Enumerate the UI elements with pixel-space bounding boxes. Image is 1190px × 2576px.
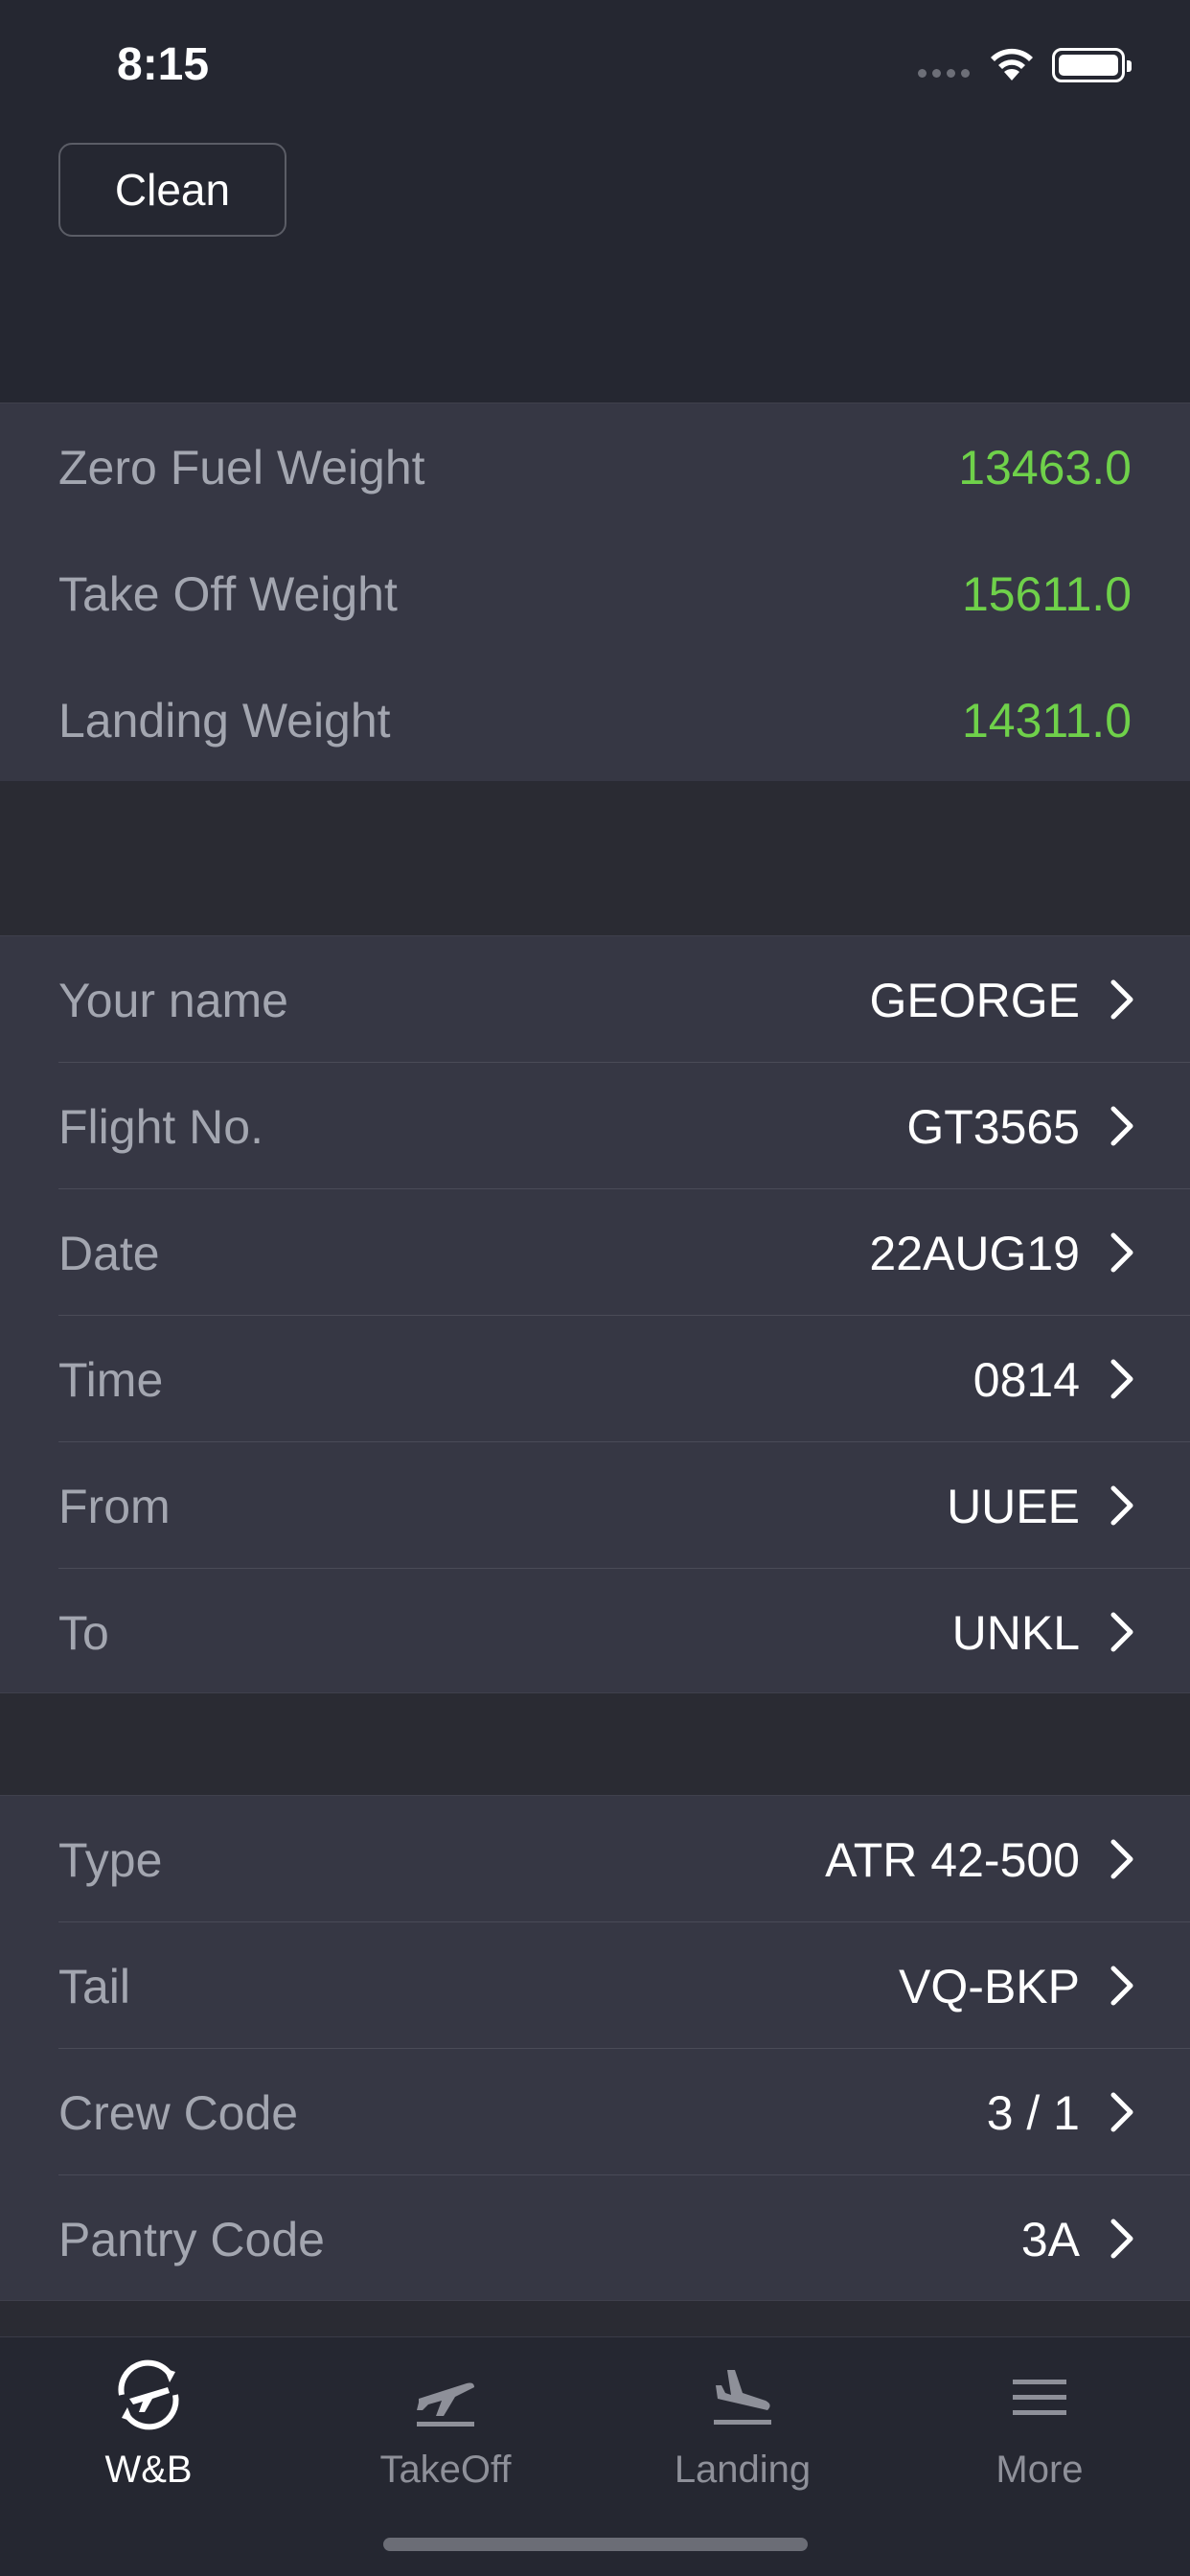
flight-no-value: GT3565 xyxy=(906,1100,1080,1154)
tab-more-label: More xyxy=(995,2449,1084,2491)
your-name-label: Your name xyxy=(58,974,288,1027)
takeoff-icon xyxy=(417,2382,474,2426)
pantry-code-value: 3A xyxy=(1020,2213,1080,2266)
chevron-right-icon xyxy=(1110,1612,1133,1652)
date-row[interactable]: Date 22AUG19 xyxy=(0,1189,1190,1316)
from-row[interactable]: From UUEE xyxy=(0,1442,1190,1569)
home-indicator[interactable] xyxy=(383,2538,808,2551)
menu-icon xyxy=(1013,2380,1066,2415)
take-off-weight-value: 15611.0 xyxy=(961,567,1132,621)
landing-icon xyxy=(714,2370,771,2425)
flight-info-section: Your name GEORGE Flight No. GT3565 Date … xyxy=(0,935,1190,1693)
time-label: Time xyxy=(58,1353,164,1407)
chevron-right-icon xyxy=(1110,979,1133,1020)
crew-code-value: 3 / 1 xyxy=(986,2086,1080,2140)
tab-takeoff[interactable]: TakeOff xyxy=(297,2337,594,2510)
landing-weight-value: 14311.0 xyxy=(961,694,1132,748)
tab-more[interactable]: More xyxy=(891,2337,1188,2510)
battery-icon xyxy=(1052,48,1132,82)
type-value: ATR 42-500 xyxy=(825,1833,1080,1887)
chevron-right-icon xyxy=(1110,1359,1133,1399)
landing-weight-label: Landing Weight xyxy=(58,694,391,748)
crew-code-row[interactable]: Crew Code 3 / 1 xyxy=(0,2049,1190,2175)
pantry-code-row[interactable]: Pantry Code 3A xyxy=(0,2175,1190,2302)
chevron-right-icon xyxy=(1110,2219,1133,2259)
status-time: 8:15 xyxy=(117,39,210,90)
chevron-right-icon xyxy=(1110,1106,1133,1146)
header: 8:15 Clean xyxy=(0,0,1190,402)
weights-section: Zero Fuel Weight 13463.0 Take Off Weight… xyxy=(0,402,1190,781)
take-off-weight-label: Take Off Weight xyxy=(58,567,398,621)
zero-fuel-weight-row: Zero Fuel Weight 13463.0 xyxy=(0,403,1190,530)
crew-code-label: Crew Code xyxy=(58,2086,299,2140)
tab-wb-label: W&B xyxy=(104,2449,193,2491)
chevron-right-icon xyxy=(1110,1966,1133,2006)
pantry-code-label: Pantry Code xyxy=(58,2213,325,2266)
tail-value: VQ-BKP xyxy=(899,1960,1080,2013)
from-label: From xyxy=(58,1480,171,1533)
time-row[interactable]: Time 0814 xyxy=(0,1316,1190,1442)
your-name-value: GEORGE xyxy=(869,974,1080,1027)
date-value: 22AUG19 xyxy=(869,1227,1080,1280)
to-value: UNKL xyxy=(951,1606,1080,1660)
flight-no-label: Flight No. xyxy=(58,1100,263,1154)
chevron-right-icon xyxy=(1110,1839,1133,1879)
weight-balance-icon xyxy=(118,2359,179,2430)
landing-weight-row: Landing Weight 14311.0 xyxy=(0,656,1190,783)
from-value: UUEE xyxy=(947,1480,1080,1533)
tab-wb[interactable]: W&B xyxy=(0,2337,297,2510)
type-row[interactable]: Type ATR 42-500 xyxy=(0,1796,1190,1922)
take-off-weight-row: Take Off Weight 15611.0 xyxy=(0,530,1190,656)
chevron-right-icon xyxy=(1110,1485,1133,1526)
chevron-right-icon xyxy=(1110,2092,1133,2132)
tab-takeoff-label: TakeOff xyxy=(379,2449,512,2491)
to-row[interactable]: To UNKL xyxy=(0,1569,1190,1695)
clean-button[interactable]: Clean xyxy=(58,143,286,237)
screen: 8:15 Clean Zero Fuel Weight 13463.0 Take… xyxy=(0,0,1190,2576)
tab-landing-label: Landing xyxy=(674,2449,812,2491)
your-name-row[interactable]: Your name GEORGE xyxy=(0,936,1190,1063)
tab-landing[interactable]: Landing xyxy=(594,2337,891,2510)
zero-fuel-weight-value: 13463.0 xyxy=(958,441,1132,494)
flight-no-row[interactable]: Flight No. GT3565 xyxy=(0,1063,1190,1189)
aircraft-section: Type ATR 42-500 Tail VQ-BKP Crew Code 3 … xyxy=(0,1795,1190,2301)
cellular-signal-icon xyxy=(918,69,970,78)
tail-row[interactable]: Tail VQ-BKP xyxy=(0,1922,1190,2049)
date-label: Date xyxy=(58,1227,160,1280)
type-label: Type xyxy=(58,1833,163,1887)
tail-label: Tail xyxy=(58,1960,131,2013)
to-label: To xyxy=(58,1606,109,1660)
chevron-right-icon xyxy=(1110,1232,1133,1273)
zero-fuel-weight-label: Zero Fuel Weight xyxy=(58,441,425,494)
time-value: 0814 xyxy=(973,1353,1080,1407)
wifi-icon xyxy=(991,48,1033,80)
